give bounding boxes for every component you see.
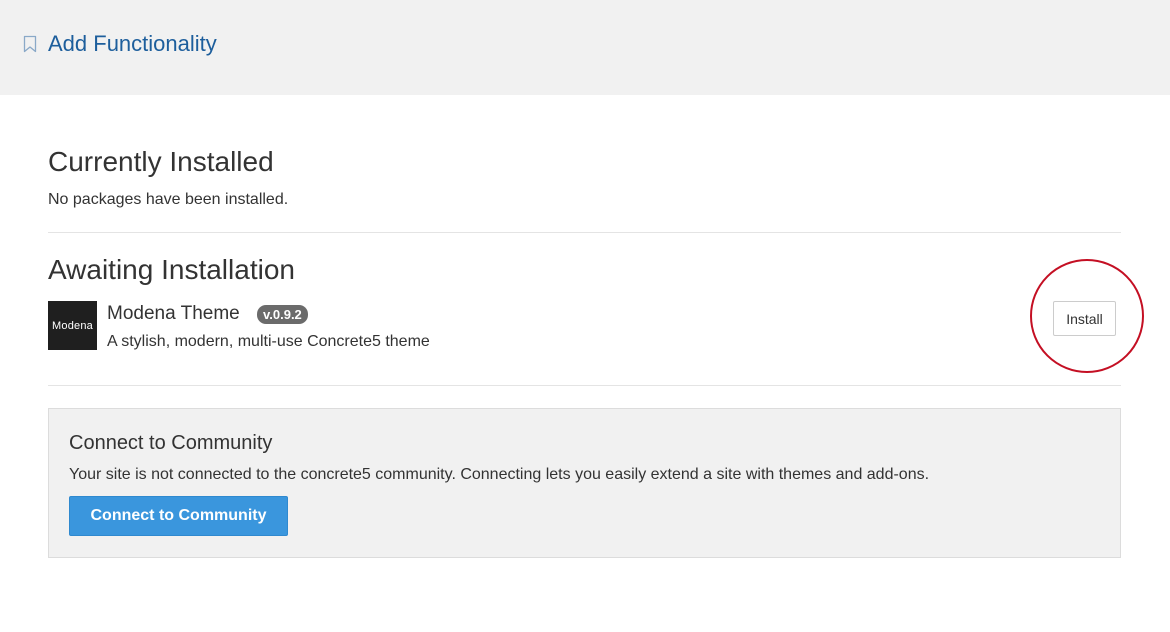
version-badge: v.0.9.2 bbox=[257, 305, 308, 324]
community-description: Your site is not connected to the concre… bbox=[69, 466, 930, 483]
awaiting-installation-heading: Awaiting Installation bbox=[48, 254, 295, 285]
package-description: A stylish, modern, multi-use Concrete5 t… bbox=[107, 333, 430, 350]
page-header: Add Functionality bbox=[0, 0, 1170, 95]
community-title: Connect to Community bbox=[69, 432, 273, 454]
bookmark-icon bbox=[23, 35, 37, 53]
currently-installed-heading: Currently Installed bbox=[48, 146, 274, 177]
no-packages-message: No packages have been installed. bbox=[48, 191, 289, 208]
connect-community-panel: Connect to Community Your site is not co… bbox=[48, 408, 1121, 558]
page-title: Add Functionality bbox=[48, 31, 217, 56]
package-thumbnail: Modena bbox=[48, 301, 97, 350]
install-button[interactable]: Install bbox=[1053, 301, 1116, 336]
connect-to-community-button[interactable]: Connect to Community bbox=[69, 496, 288, 536]
section-divider bbox=[48, 385, 1121, 386]
package-name: Modena Theme bbox=[107, 303, 240, 324]
section-divider bbox=[48, 232, 1121, 233]
